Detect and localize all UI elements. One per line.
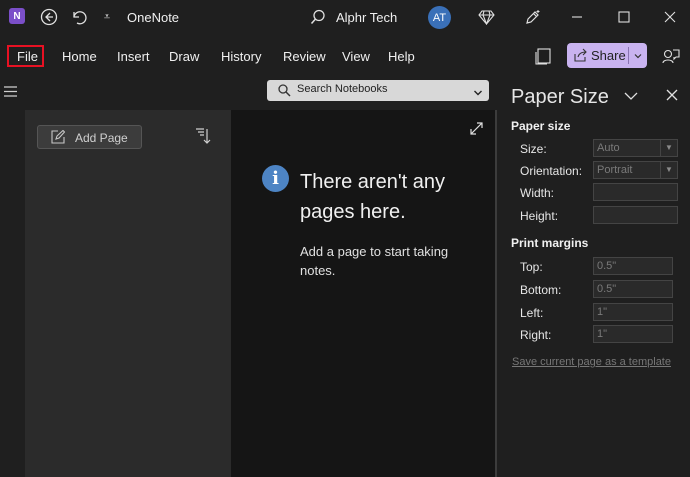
bottom-margin-label: Bottom: — [520, 283, 562, 297]
height-label: Height: — [520, 209, 559, 223]
undo-icon[interactable] — [67, 6, 89, 28]
minimize-icon[interactable] — [566, 6, 588, 28]
menu-home[interactable]: Home — [62, 49, 97, 64]
top-margin-field[interactable]: 0.5" — [593, 257, 673, 275]
info-icon: i — [262, 165, 289, 192]
menu-insert[interactable]: Insert — [117, 49, 150, 64]
top-margin-label: Top: — [520, 260, 543, 274]
empty-state-description: Add a page to start taking notes. — [300, 244, 449, 278]
menu-review[interactable]: Review — [283, 49, 326, 64]
title-bar: N ⩡ OneNote Alphr Tech AT — [0, 0, 690, 36]
pen-sparkle-icon[interactable] — [521, 6, 543, 28]
menu-view[interactable]: View — [342, 49, 370, 64]
search-icon[interactable] — [307, 6, 329, 28]
page-list-pane — [25, 110, 231, 477]
right-margin-label: Right: — [520, 328, 552, 342]
empty-state-title: There aren't any pages here. — [300, 171, 446, 223]
file-highlight-box — [7, 45, 44, 67]
add-page-button[interactable]: Add Page — [37, 125, 142, 149]
dropdown-arrow-icon: ▼ — [660, 140, 677, 156]
expand-icon[interactable] — [470, 122, 483, 140]
right-margin-field[interactable]: 1" — [593, 325, 673, 343]
close-pane-icon[interactable] — [666, 88, 678, 106]
left-margin-label: Left: — [520, 306, 544, 320]
customize-toolbar-icon[interactable]: ⩡ — [96, 6, 118, 28]
sort-icon[interactable] — [195, 128, 211, 149]
orientation-select[interactable]: Portrait ▼ — [593, 161, 678, 179]
chevron-down-icon[interactable] — [633, 49, 643, 64]
menu-help[interactable]: Help — [388, 49, 415, 64]
print-margins-heading: Print margins — [511, 236, 589, 250]
share-divider — [628, 47, 629, 64]
menu-history[interactable]: History — [221, 49, 261, 64]
add-page-icon — [51, 129, 66, 147]
diamond-icon[interactable] — [475, 6, 497, 28]
paper-size-pane — [497, 74, 690, 477]
feedback-icon[interactable] — [660, 45, 682, 67]
search-placeholder: Search Notebooks — [297, 83, 388, 95]
avatar[interactable]: AT — [428, 6, 451, 29]
search-notebooks-box[interactable]: Search Notebooks — [267, 80, 489, 101]
dropdown-arrow-icon: ▼ — [660, 162, 677, 178]
add-page-label: Add Page — [75, 131, 128, 145]
menu-draw[interactable]: Draw — [169, 49, 199, 64]
hamburger-menu-icon[interactable] — [4, 84, 17, 100]
panel-options-chevron-icon[interactable] — [624, 88, 638, 106]
maximize-icon[interactable] — [613, 6, 635, 28]
bottom-margin-field[interactable]: 0.5" — [593, 280, 673, 298]
share-label: Share — [591, 48, 626, 63]
size-value: Auto — [597, 142, 620, 154]
onenote-logo-icon: N — [9, 8, 25, 24]
save-template-link[interactable]: Save current page as a template — [512, 356, 671, 368]
height-field[interactable] — [593, 206, 678, 224]
orientation-label: Orientation: — [520, 164, 583, 178]
width-field[interactable] — [593, 183, 678, 201]
panel-title: Paper Size — [511, 86, 609, 108]
size-select[interactable]: Auto ▼ — [593, 139, 678, 157]
width-label: Width: — [520, 186, 555, 200]
left-margin-field[interactable]: 1" — [593, 303, 673, 321]
back-icon[interactable] — [38, 6, 60, 28]
paper-size-heading: Paper size — [511, 119, 571, 133]
share-icon — [574, 48, 588, 65]
user-name[interactable]: Alphr Tech — [336, 10, 397, 25]
notebook-pane-icon[interactable] — [532, 45, 554, 67]
close-window-icon[interactable] — [659, 6, 681, 28]
share-button[interactable]: Share — [567, 43, 647, 68]
search-icon — [278, 84, 291, 102]
size-label: Size: — [520, 142, 547, 156]
orientation-value: Portrait — [597, 164, 633, 176]
chevron-down-icon[interactable] — [473, 85, 483, 103]
app-title: OneNote — [127, 10, 180, 25]
